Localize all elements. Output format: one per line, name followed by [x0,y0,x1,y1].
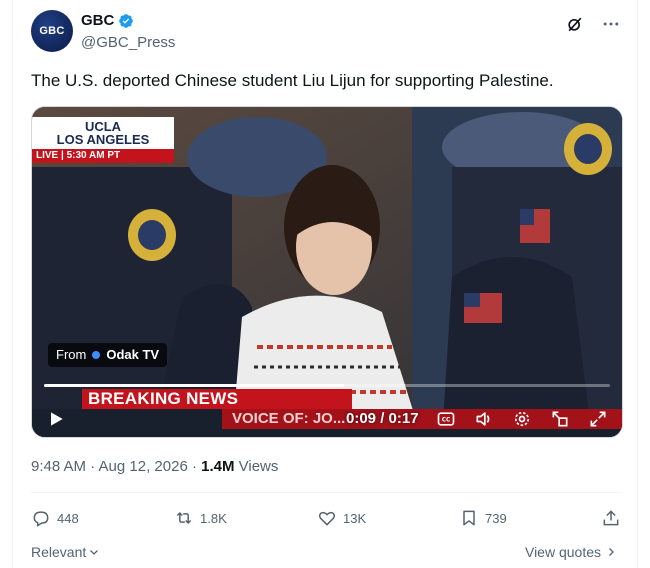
repost-count: 1.8K [200,510,227,526]
bookmark-button[interactable]: 739 [459,508,507,528]
action-bar: 448 1.8K 13K 739 [31,508,621,532]
more-options-icon[interactable] [601,14,621,34]
bookmark-count: 739 [485,510,507,526]
reply-icon [33,511,49,527]
timestamp[interactable]: 9:48 AM · Aug 12, 2026 · [31,458,201,475]
fullscreen-icon[interactable] [588,409,608,429]
tweet-meta: 9:48 AM · Aug 12, 2026 · 1.4M Views [31,458,278,475]
avatar[interactable]: GBC [31,10,73,52]
top-actions [565,14,621,34]
settings-gear-icon[interactable] [512,409,532,429]
volume-icon[interactable] [474,409,494,429]
bookmark-icon [463,510,475,526]
from-prefix: From [56,347,87,362]
like-count: 13K [343,510,367,526]
like-button[interactable]: 13K [317,508,366,528]
sort-label: Relevant [31,544,87,560]
video-time: 0:09 / 0:17 [346,410,419,427]
location-bug: UCLA LOS ANGELES [32,117,174,149]
verified-badge-icon [119,13,134,28]
heart-icon [318,511,336,526]
live-tag: LIVE | 5:30 AM PT [32,149,174,163]
reply-button[interactable]: 448 [31,508,79,528]
location-line2: LOS ANGELES [56,132,150,147]
video-player[interactable]: UCLA LOS ANGELES LIVE | 5:30 AM PT From … [31,106,623,438]
views-count: 1.4M [201,458,235,475]
reply-count: 448 [57,510,79,526]
divider [31,492,621,493]
play-icon[interactable] [46,409,66,429]
tweet-card: GBC GBC @GBC_Press The U.S. deported Chi… [12,0,638,568]
share-button[interactable] [601,508,621,528]
tweet-text: The U.S. deported Chinese student Liu Li… [31,71,554,90]
share-icon [603,510,619,526]
chevron-right-icon [609,548,614,556]
source-attribution[interactable]: From Odak TV [48,343,168,367]
video-progress-fill [44,384,344,387]
source-name[interactable]: Odak TV [106,343,159,367]
picture-in-picture-icon[interactable] [550,409,570,429]
svg-text:CC: CC [442,418,451,424]
view-quotes-link[interactable]: View quotes [525,544,617,560]
sort-dropdown[interactable]: Relevant [31,544,100,560]
grok-icon[interactable] [565,14,585,34]
views-label: Views [234,458,279,475]
author-name-row[interactable]: GBC [81,12,134,29]
repost-icon [176,511,192,525]
author-name[interactable]: GBC [81,12,114,29]
repost-button[interactable]: 1.8K [174,508,227,528]
avatar-text: GBC [39,25,65,37]
author-handle[interactable]: @GBC_Press [81,34,175,51]
source-logo-icon [92,351,101,359]
video-progress-bar[interactable] [44,384,610,387]
chevron-down-icon [90,550,99,555]
video-controls: 0:09 / 0:17 CC [32,401,622,437]
captions-icon[interactable]: CC [436,409,456,429]
view-quotes-label: View quotes [524,544,601,560]
